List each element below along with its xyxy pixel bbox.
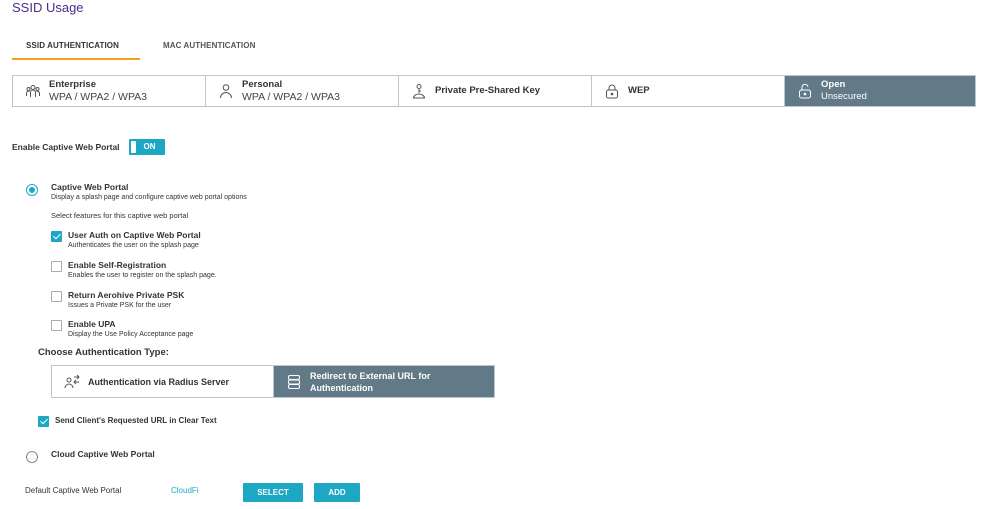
cloud-captive-portal-radio[interactable]: [26, 451, 38, 463]
feature-title: Enable Self-Registration: [68, 260, 167, 270]
feature-item: Enable UPA Display the Use Policy Accept…: [68, 319, 193, 340]
tab-mac-authentication[interactable]: MAC AUTHENTICATION: [140, 38, 255, 60]
auth-option-title: Open: [821, 79, 846, 90]
feature-subtitle: Authenticates the user on the splash pag…: [68, 242, 199, 249]
feature-subtitle: Issues a Private PSK for the user: [68, 302, 172, 309]
feature-subtitle: Display the Use Policy Acceptance page: [68, 331, 194, 338]
auth-option-open[interactable]: Open Unsecured: [785, 76, 975, 106]
page-title: SSID Usage: [12, 0, 84, 15]
cloud-captive-portal-option: Cloud Captive Web Portal: [51, 449, 155, 460]
auth-type-redirect[interactable]: Redirect to External URL for Authenticat…: [274, 366, 494, 397]
captive-web-portal-option: Captive Web Portal Display a splash page…: [51, 182, 247, 203]
toggle-state: ON: [143, 142, 156, 151]
captive-web-portal-radio[interactable]: [26, 184, 38, 196]
features-label: Select features for this captive web por…: [51, 211, 189, 220]
captive-portal-toggle[interactable]: ON: [128, 139, 165, 155]
auth-type-radius-label: Authentication via Radius Server: [88, 376, 230, 387]
auth-method-selector: Enterprise WPA / WPA2 / WPA3 Personal WP…: [12, 75, 976, 107]
auth-type-redirect-label: Redirect to External URL for Authenticat…: [310, 370, 431, 393]
tab-ssid-authentication[interactable]: SSID AUTHENTICATION: [12, 38, 140, 60]
database-icon: [286, 374, 302, 390]
option-title: Cloud Captive Web Portal: [51, 449, 155, 459]
lock-icon: [604, 83, 620, 99]
feature-title: User Auth on Captive Web Portal: [68, 230, 201, 240]
default-portal-label: Default Captive Web Portal: [25, 486, 122, 495]
key-user-icon: [411, 83, 427, 99]
feature-title: Enable UPA: [68, 319, 116, 329]
unlock-icon: [797, 83, 813, 99]
users-icon: [25, 83, 41, 99]
auth-type-label: Choose Authentication Type:: [38, 347, 169, 358]
toggle-knob: [130, 141, 136, 153]
auth-option-enterprise[interactable]: Enterprise WPA / WPA2 / WPA3: [13, 76, 206, 106]
user-icon: [218, 83, 234, 99]
feature-item: Return Aerohive Private PSK Issues a Pri…: [68, 290, 184, 311]
feature-item: User Auth on Captive Web Portal Authenti…: [68, 230, 201, 251]
select-button[interactable]: SELECT: [243, 483, 303, 502]
auth-type-radius[interactable]: Authentication via Radius Server: [52, 366, 274, 397]
feature-item: Enable Self-Registration Enables the use…: [68, 260, 217, 281]
add-button[interactable]: ADD: [314, 483, 360, 502]
self-registration-checkbox[interactable]: [51, 261, 62, 272]
private-psk-checkbox[interactable]: [51, 291, 62, 302]
default-portal-link[interactable]: CloudFi: [171, 486, 199, 495]
auth-option-personal[interactable]: Personal WPA / WPA2 / WPA3: [206, 76, 399, 106]
feature-subtitle: Enables the user to register on the spla…: [68, 272, 217, 279]
feature-title: Return Aerohive Private PSK: [68, 290, 185, 300]
upa-checkbox[interactable]: [51, 320, 62, 331]
auth-option-title: WEP: [628, 85, 650, 96]
auth-option-subtitle: WPA / WPA2 / WPA3: [242, 91, 341, 103]
send-url-checkbox[interactable]: [38, 416, 49, 427]
captive-portal-label: Enable Captive Web Portal: [12, 142, 120, 152]
auth-option-subtitle: Unsecured: [821, 91, 867, 102]
user-auth-checkbox[interactable]: [51, 231, 62, 242]
captive-portal-row: Enable Captive Web Portal ON: [12, 139, 165, 155]
auth-tabs: SSID AUTHENTICATION MAC AUTHENTICATION: [12, 38, 255, 60]
auth-option-subtitle: WPA / WPA2 / WPA3: [49, 91, 148, 103]
auth-option-private-psk[interactable]: Private Pre-Shared Key: [399, 76, 592, 106]
option-subtitle: Display a splash page and configure capt…: [51, 194, 247, 201]
send-url-label: Send Client's Requested URL in Clear Tex…: [55, 416, 217, 425]
auth-option-title: Private Pre-Shared Key: [435, 85, 541, 96]
option-title: Captive Web Portal: [51, 182, 129, 192]
radius-server-icon: [64, 374, 80, 390]
send-url-option: Send Client's Requested URL in Clear Tex…: [55, 415, 217, 426]
auth-type-selector: Authentication via Radius Server Redirec…: [51, 365, 495, 398]
auth-option-title: Personal: [242, 79, 283, 90]
auth-option-title: Enterprise: [49, 79, 96, 90]
auth-option-wep[interactable]: WEP: [592, 76, 785, 106]
